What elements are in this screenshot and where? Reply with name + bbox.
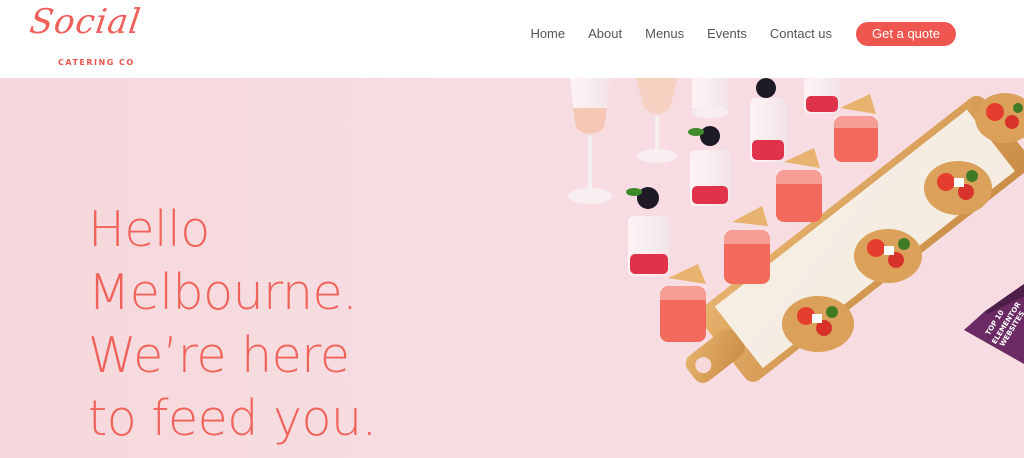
hero-section: Hello Melbourne. We’re here to feed you. — [0, 78, 1024, 458]
champagne-glass-3 — [692, 78, 728, 118]
headline-line-2: Melbourne. — [88, 264, 358, 321]
nav-events[interactable]: Events — [707, 22, 747, 46]
gazpacho-shot-4 — [834, 94, 878, 162]
nav-menus[interactable]: Menus — [645, 22, 684, 46]
shot-glass-1 — [626, 187, 670, 276]
site-logo[interactable]: Social CATERING CO — [27, 2, 144, 72]
shot-glass-4 — [804, 78, 840, 114]
bruschetta-1 — [782, 296, 854, 352]
shot-glass-3 — [750, 78, 786, 162]
site-header: Social CATERING CO Home About Menus Even… — [0, 0, 1024, 78]
champagne-glass-2 — [636, 78, 678, 163]
bruschetta-3 — [924, 161, 992, 215]
champagne-glass-1 — [568, 78, 612, 204]
nav-about[interactable]: About — [588, 22, 622, 46]
logo-tagline: CATERING CO — [58, 58, 135, 67]
logo-script-text: Social — [27, 2, 144, 42]
get-a-quote-button[interactable]: Get a quote — [856, 22, 956, 46]
top-10-badge[interactable]: TOP 10 ELEMENTOR WEBSITES — [964, 284, 1024, 364]
headline-line-3: We’re here — [88, 327, 350, 384]
nav-home[interactable]: Home — [530, 22, 565, 46]
headline-line-1: Hello — [88, 201, 210, 258]
catering-food-photo — [568, 78, 1024, 383]
gazpacho-shot-2 — [724, 206, 770, 284]
hero-headline: Hello Melbourne. We’re here to feed you. — [88, 198, 377, 450]
shot-glass-2 — [688, 126, 730, 206]
main-nav: Home About Menus Events Contact us Get a… — [507, 22, 956, 46]
bruschetta-2 — [854, 229, 922, 283]
gazpacho-shot-1 — [660, 264, 706, 342]
nav-contact-us[interactable]: Contact us — [770, 22, 832, 46]
headline-line-4: to feed you. — [88, 390, 377, 447]
